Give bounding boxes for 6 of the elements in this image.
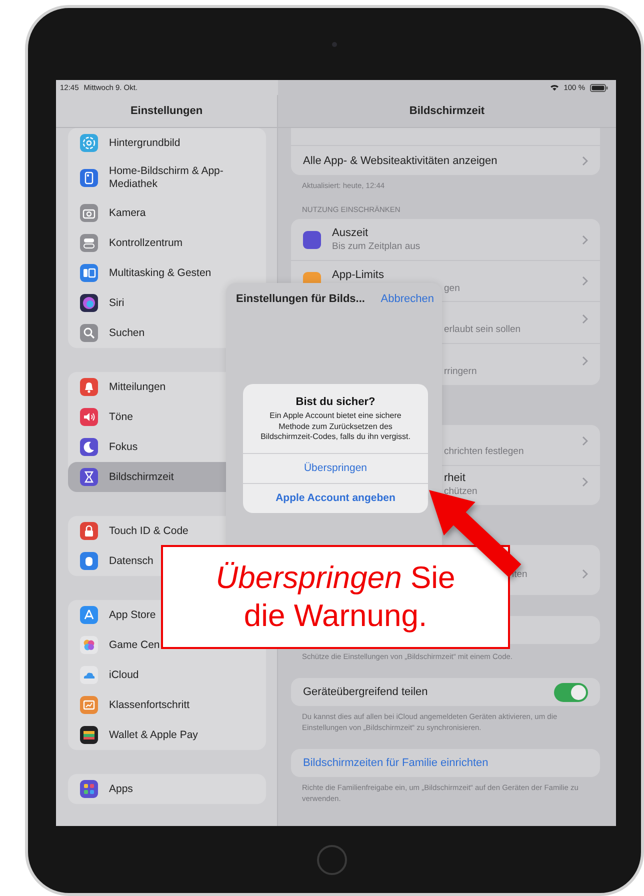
- alert-title: Bist du sicher?: [294, 395, 376, 408]
- alert-message: Ein Apple Account bietet eine sichere Methode zum Zurücksetzen des Bildschirmzeit-Codes, falls du ihn vergisst.: [260, 410, 412, 443]
- instruction-callout: Überspringen Sie die Warnung.: [161, 545, 510, 649]
- page-title: Bildschirmzeit: [409, 105, 485, 117]
- row-label: Geräteübergreifend teilen: [303, 686, 428, 698]
- sidebar-title: Einstellungen: [130, 105, 203, 117]
